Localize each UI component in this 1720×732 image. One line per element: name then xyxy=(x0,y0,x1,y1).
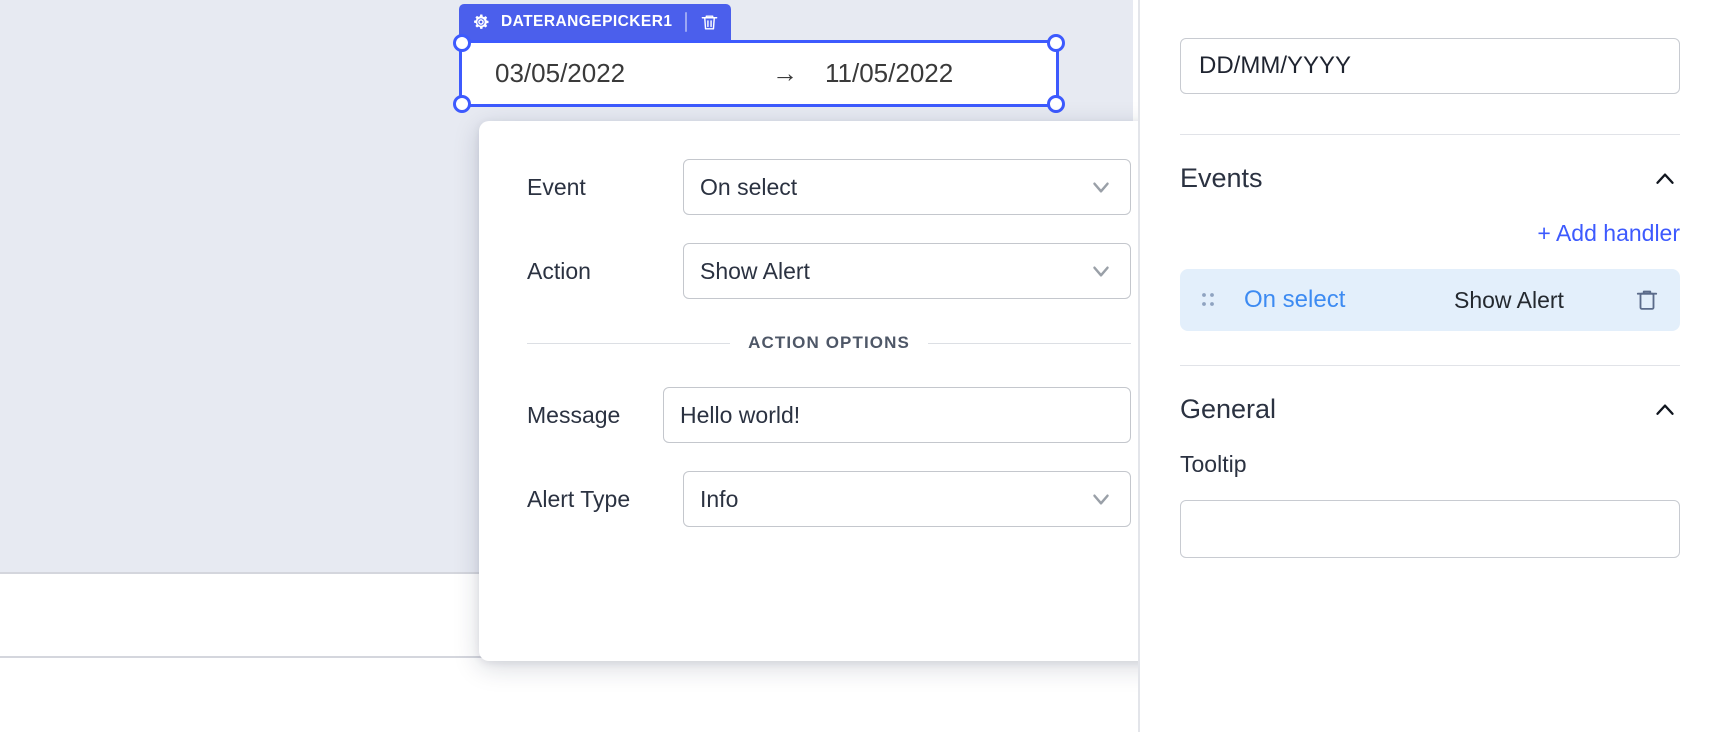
event-row: Event On select xyxy=(527,159,1131,215)
action-select-value: Show Alert xyxy=(700,258,810,285)
date-format-value: DD/MM/YYYY xyxy=(1199,52,1351,80)
tooltip-label: Tooltip xyxy=(1180,451,1680,478)
widget-selection-frame[interactable]: 03/05/2022 → 11/05/2022 xyxy=(459,40,1059,107)
app-root: DATERANGEPICKER1 03/05/2022 → 11/05/2022 xyxy=(0,0,1720,732)
inspector-panel: DD/MM/YYYY Events + Add handler On selec… xyxy=(1138,0,1720,732)
general-section-header[interactable]: General xyxy=(1180,394,1680,425)
chevron-down-icon[interactable] xyxy=(1088,258,1114,284)
end-date-value[interactable]: 11/05/2022 xyxy=(825,58,953,89)
range-arrow-icon: → xyxy=(745,58,825,89)
date-range-input[interactable]: 03/05/2022 → 11/05/2022 xyxy=(465,48,1053,99)
inspector-divider-2 xyxy=(1180,365,1680,366)
drag-handle-icon[interactable] xyxy=(1200,289,1228,311)
action-options-label: ACTION OPTIONS xyxy=(748,333,910,353)
resize-handle-top-left[interactable] xyxy=(453,34,471,52)
action-label: Action xyxy=(527,258,683,285)
handler-action-name: Show Alert xyxy=(1454,287,1634,314)
badge-separator xyxy=(685,12,687,32)
resize-handle-top-right[interactable] xyxy=(1047,34,1065,52)
message-input[interactable]: Hello world! xyxy=(663,387,1131,443)
handler-delete-icon[interactable] xyxy=(1634,287,1660,313)
daterangepicker-widget[interactable]: DATERANGEPICKER1 03/05/2022 → 11/05/2022 xyxy=(459,40,1059,107)
message-input-value: Hello world! xyxy=(680,402,800,429)
widget-delete-icon[interactable] xyxy=(700,13,719,32)
inspector-divider-1 xyxy=(1180,134,1680,135)
add-handler-button[interactable]: + Add handler xyxy=(1180,220,1680,247)
widget-badge-label: DATERANGEPICKER1 xyxy=(501,13,672,31)
chevron-down-icon[interactable] xyxy=(1088,486,1114,512)
chevron-up-icon[interactable] xyxy=(1650,164,1680,194)
action-select[interactable]: Show Alert xyxy=(683,243,1131,299)
start-date-value[interactable]: 03/05/2022 xyxy=(495,58,745,89)
message-row: Message Hello world! xyxy=(527,387,1131,443)
action-row: Action Show Alert xyxy=(527,243,1131,299)
tooltip-input[interactable] xyxy=(1180,500,1680,558)
events-section-title: Events xyxy=(1180,163,1263,194)
canvas-row-2[interactable] xyxy=(0,658,1133,732)
event-handler-modal[interactable]: Event On select Action Show Alert ACTION… xyxy=(479,121,1179,661)
resize-handle-bottom-left[interactable] xyxy=(453,95,471,113)
general-section-title: General xyxy=(1180,394,1276,425)
alert-type-row: Alert Type Info xyxy=(527,471,1131,527)
handler-event-name[interactable]: On select xyxy=(1244,286,1454,314)
action-options-divider: ACTION OPTIONS xyxy=(527,333,1131,353)
alert-type-select[interactable]: Info xyxy=(683,471,1131,527)
divider-line-right xyxy=(928,343,1131,344)
divider-line-left xyxy=(527,343,730,344)
event-select[interactable]: On select xyxy=(683,159,1131,215)
event-label: Event xyxy=(527,174,683,201)
resize-handle-bottom-right[interactable] xyxy=(1047,95,1065,113)
gear-icon[interactable] xyxy=(471,12,491,32)
alert-type-select-value: Info xyxy=(700,486,738,513)
events-section-header[interactable]: Events xyxy=(1180,163,1680,194)
date-format-input[interactable]: DD/MM/YYYY xyxy=(1180,38,1680,94)
alert-type-label: Alert Type xyxy=(527,486,683,513)
chevron-up-icon[interactable] xyxy=(1650,395,1680,425)
chevron-down-icon[interactable] xyxy=(1088,174,1114,200)
widget-badge[interactable]: DATERANGEPICKER1 xyxy=(459,4,731,40)
event-select-value: On select xyxy=(700,174,797,201)
message-label: Message xyxy=(527,402,663,429)
event-handler-row[interactable]: On select Show Alert xyxy=(1180,269,1680,331)
